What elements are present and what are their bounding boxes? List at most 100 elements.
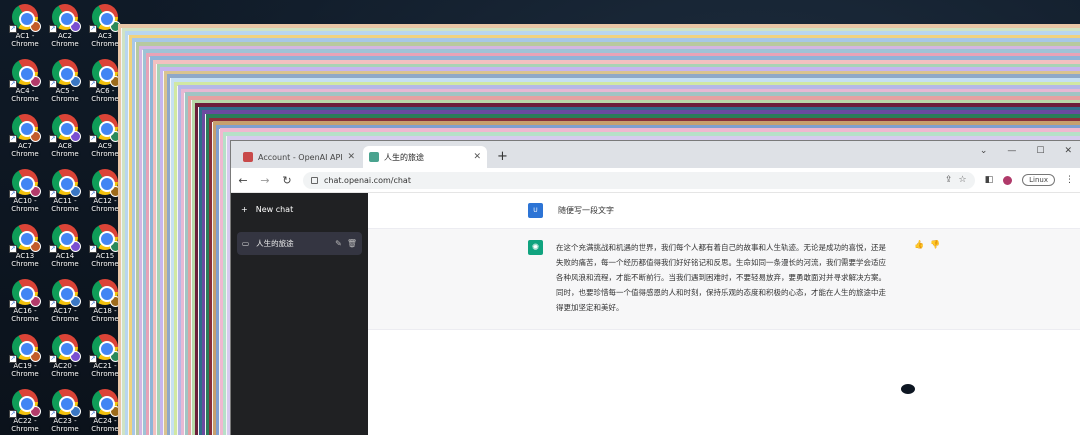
edit-pencil-icon[interactable]: ✎ — [335, 239, 342, 248]
desktop-shortcut[interactable]: ↗ AC14 Chrome — [46, 222, 84, 271]
chrome-icon: ↗ — [89, 224, 121, 253]
shortcut-arrow-icon: ↗ — [9, 80, 17, 88]
profile-badge-icon — [70, 186, 81, 197]
desktop-shortcut[interactable]: ↗ AC22 - Chrome — [6, 387, 44, 435]
forward-icon[interactable]: → — [259, 174, 271, 187]
desktop-shortcut-label: AC18 - Chrome — [91, 307, 119, 323]
shortcut-arrow-icon: ↗ — [89, 355, 97, 363]
assistant-message-row: ✺ 在这个充满挑战和机遇的世界，我们每个人都有着自己的故事和人生轨迹。无论是成功… — [368, 229, 1080, 330]
shortcut-arrow-icon: ↗ — [89, 80, 97, 88]
user-avatar: U — [528, 203, 543, 218]
desktop-shortcut[interactable]: ↗ AC20 - Chrome — [46, 332, 84, 381]
desktop-shortcut[interactable]: ↗ AC7 Chrome — [6, 112, 44, 161]
chrome-icon: ↗ — [49, 389, 81, 418]
sidepanel-icon[interactable]: ◧ — [985, 175, 994, 185]
profile-badge-icon — [30, 76, 41, 87]
shortcut-arrow-icon: ↗ — [9, 300, 17, 308]
desktop-shortcut[interactable]: ↗ AC1 - Chrome — [6, 2, 44, 51]
trash-icon[interactable]: 🗑 — [347, 239, 357, 248]
chrome-icon: ↗ — [89, 4, 121, 33]
desktop-shortcut[interactable]: ↗ AC15 Chrome — [86, 222, 124, 271]
shortcut-arrow-icon: ↗ — [49, 410, 57, 418]
profile-badge-icon — [70, 406, 81, 417]
shortcut-arrow-icon: ↗ — [9, 135, 17, 143]
desktop-shortcut-label: AC14 Chrome — [51, 252, 79, 268]
desktop-shortcut[interactable]: ↗ AC21 - Chrome — [86, 332, 124, 381]
shortcut-arrow-icon: ↗ — [49, 300, 57, 308]
close-window-icon[interactable]: ✕ — [1064, 146, 1072, 156]
desktop-shortcut[interactable]: ↗ AC4 - Chrome — [6, 57, 44, 106]
thumbs-up-icon[interactable]: 👍 — [914, 240, 924, 329]
shortcut-arrow-icon: ↗ — [9, 410, 17, 418]
profile-badge-icon — [30, 131, 41, 142]
desktop-shortcut[interactable]: ↗ AC18 - Chrome — [86, 277, 124, 326]
desktop-shortcut[interactable]: ↗ AC5 - Chrome — [46, 57, 84, 106]
profile-avatar-icon[interactable] — [1003, 175, 1013, 185]
chrome-icon: ↗ — [49, 114, 81, 143]
profile-pill[interactable]: Linux — [1022, 174, 1055, 186]
profile-badge-icon — [110, 76, 121, 87]
desktop-shortcut-label: AC8 Chrome — [51, 142, 79, 158]
desktop-shortcut[interactable]: ↗ AC2 Chrome — [46, 2, 84, 51]
profile-badge-icon — [30, 406, 41, 417]
profile-badge-icon — [110, 131, 121, 142]
feedback-buttons: 👍 👎 — [914, 240, 940, 329]
desktop-shortcut[interactable]: ↗ AC11 - Chrome — [46, 167, 84, 216]
shortcut-arrow-icon: ↗ — [9, 190, 17, 198]
desktop-shortcut-label: AC23 - Chrome — [51, 417, 79, 433]
new-tab-button[interactable]: + — [489, 149, 516, 168]
wechat-icon — [888, 373, 919, 399]
thumbs-down-icon[interactable]: 👎 — [930, 240, 940, 329]
desktop-shortcut-label: AC21 - Chrome — [91, 362, 119, 378]
close-icon[interactable]: ✕ — [473, 152, 481, 162]
maximize-icon[interactable]: ☐ — [1036, 146, 1044, 156]
profile-badge-icon — [110, 296, 121, 307]
desktop-shortcut[interactable]: ↗ AC24 - Chrome — [86, 387, 124, 435]
chrome-icon: ↗ — [49, 334, 81, 363]
chrome-icon: ↗ — [49, 59, 81, 88]
desktop-icon-grid: ↗ AC1 - Chrome ↗ AC2 Chrome ↗ AC3 Chrome ↗ AC4 … — [6, 2, 124, 435]
desktop-shortcut[interactable]: ↗ AC6 - Chrome — [86, 57, 124, 106]
user-message: 随便写一段文字 — [558, 206, 614, 215]
desktop-shortcut[interactable]: ↗ AC9 Chrome — [86, 112, 124, 161]
shortcut-arrow-icon: ↗ — [9, 355, 17, 363]
back-icon[interactable]: ← — [237, 174, 249, 187]
profile-badge-icon — [30, 296, 41, 307]
kebab-menu-icon[interactable]: ⋮ — [1065, 175, 1074, 185]
desktop-shortcut[interactable]: ↗ AC13 Chrome — [6, 222, 44, 271]
profile-badge-icon — [70, 241, 81, 252]
address-bar[interactable]: chat.openai.com/chat ⇪ ☆ — [303, 171, 975, 189]
share-icon[interactable]: ⇪ — [945, 175, 953, 185]
chrome-icon: ↗ — [9, 114, 41, 143]
close-icon[interactable]: ✕ — [347, 152, 355, 162]
reload-icon[interactable]: ↻ — [281, 174, 293, 187]
sidebar-chat-item[interactable]: ▭ 人生的旅途 ✎ 🗑 — [237, 232, 362, 255]
desktop-shortcut[interactable]: ↗ AC16 - Chrome — [6, 277, 44, 326]
desktop-shortcut[interactable]: ↗ AC19 - Chrome — [6, 332, 44, 381]
profile-badge-icon — [30, 351, 41, 362]
new-chat-button[interactable]: + New chat — [237, 199, 362, 220]
desktop-shortcut[interactable]: ↗ AC8 Chrome — [46, 112, 84, 161]
chat-item-label: 人生的旅途 — [256, 239, 294, 248]
chrome-icon: ↗ — [89, 59, 121, 88]
desktop-shortcut[interactable]: ↗ AC10 - Chrome — [6, 167, 44, 216]
profile-badge-icon — [110, 406, 121, 417]
tab-openai-account[interactable]: Account - OpenAI API ✕ — [237, 146, 361, 168]
chevron-down-icon[interactable]: ⌄ — [980, 146, 988, 156]
desktop-shortcut[interactable]: ↗ AC23 - Chrome — [46, 387, 84, 435]
desktop-shortcut[interactable]: ↗ AC12 - Chrome — [86, 167, 124, 216]
minimize-icon[interactable]: — — [1007, 146, 1016, 156]
tab-title: 人生的旅途 — [384, 152, 424, 162]
tab-chat[interactable]: 人生的旅途 ✕ — [363, 146, 487, 168]
desktop-shortcut[interactable]: ↗ AC17 - Chrome — [46, 277, 84, 326]
profile-badge-icon — [30, 21, 41, 32]
chrome-icon: ↗ — [89, 334, 121, 363]
desktop-shortcut[interactable]: ↗ AC3 Chrome — [86, 2, 124, 51]
openai-favicon-icon — [243, 152, 253, 162]
profile-badge-icon — [30, 186, 41, 197]
chrome-icon: ↗ — [89, 169, 121, 198]
shortcut-arrow-icon: ↗ — [49, 190, 57, 198]
bookmark-star-icon[interactable]: ☆ — [959, 175, 967, 185]
desktop-shortcut-label: AC22 - Chrome — [11, 417, 39, 433]
shortcut-arrow-icon: ↗ — [89, 190, 97, 198]
